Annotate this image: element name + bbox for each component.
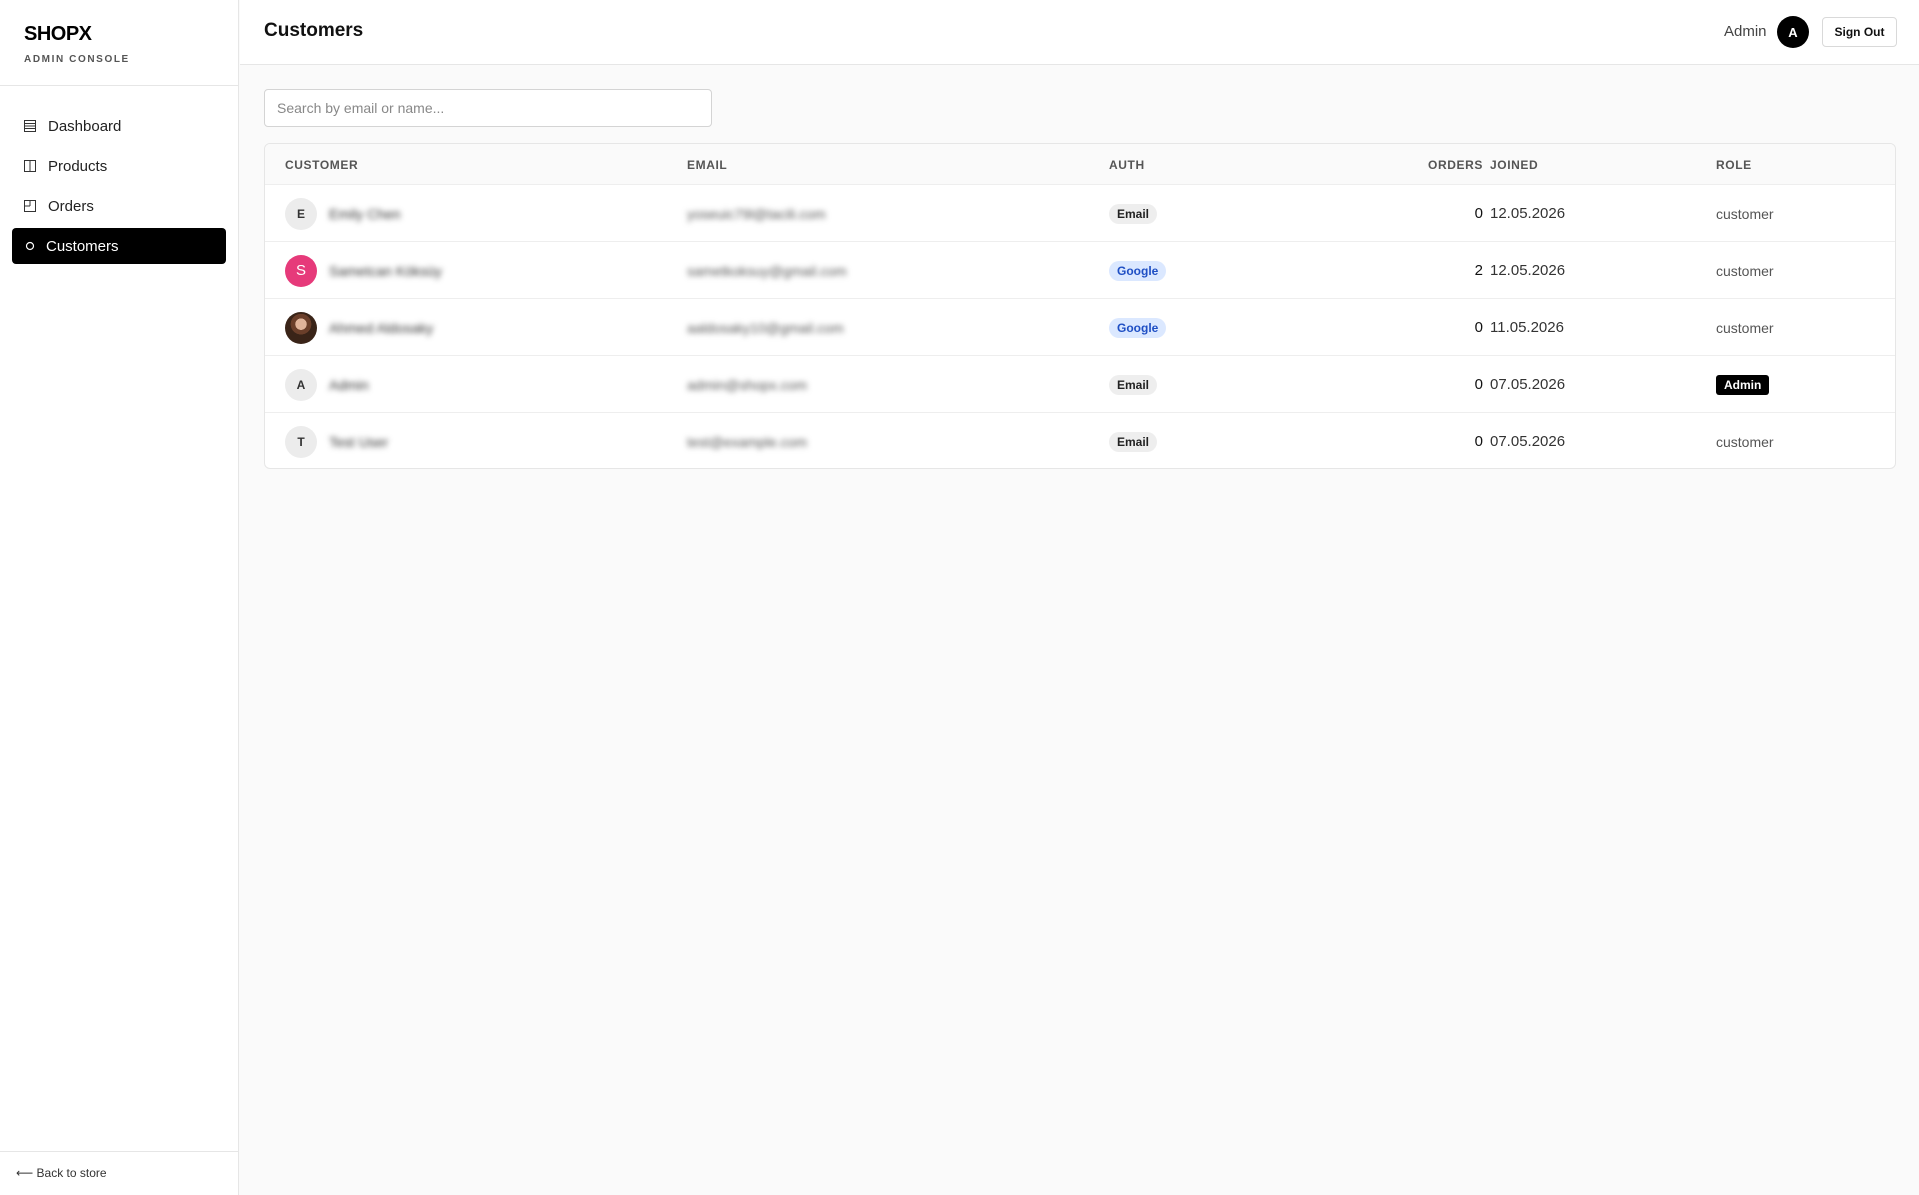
auth-badge: Google xyxy=(1109,260,1167,281)
table-row[interactable]: Ahmed Aldosaky aaldosaky10@gmail.com Goo… xyxy=(265,298,1895,355)
avatar[interactable]: A xyxy=(1777,16,1809,48)
brand: SHOPX ADMIN CONSOLE xyxy=(0,0,238,86)
column-header-auth[interactable]: AUTH xyxy=(1109,158,1145,172)
customer-name: Ahmed Aldosaky xyxy=(329,319,434,336)
orders-count: 0 xyxy=(1474,205,1483,222)
customer-cell: A Admin xyxy=(285,356,369,413)
role-label: customer xyxy=(1716,205,1774,222)
grid-icon xyxy=(24,120,36,132)
brand-logo[interactable]: SHOPX xyxy=(24,24,238,44)
columns-icon xyxy=(24,160,36,172)
joined-date: 12.05.2026 xyxy=(1490,205,1566,222)
auth-cell: Email xyxy=(1109,185,1158,242)
table-header: CUSTOMER EMAIL AUTH ORDERS JOINED ROLE xyxy=(265,144,1895,184)
role-label: customer xyxy=(1716,319,1774,336)
role-label: customer xyxy=(1716,433,1774,450)
orders-count: 0 xyxy=(1474,433,1483,450)
customer-name: Emily Chen xyxy=(329,205,401,222)
customer-cell: T Test User xyxy=(285,413,389,468)
sidebar-item-label: Orders xyxy=(48,197,94,215)
joined-date: 11.05.2026 xyxy=(1490,319,1564,336)
table-row[interactable]: S Sametcan Köksüy sametkoksuy@gmail.com … xyxy=(265,241,1895,298)
auth-cell: Email xyxy=(1109,356,1158,413)
orders-count: 2 xyxy=(1474,262,1483,279)
customer-name: Admin xyxy=(329,376,369,393)
sidebar-item-label: Products xyxy=(48,157,108,175)
top-header: Customers Admin A Sign Out xyxy=(240,0,1919,65)
search-input[interactable] xyxy=(264,89,712,127)
avatar: A xyxy=(285,368,317,401)
auth-badge: Email xyxy=(1109,431,1158,452)
customer-name: Sametcan Köksüy xyxy=(329,262,442,279)
auth-badge: Google xyxy=(1109,317,1167,338)
page-title: Customers xyxy=(264,20,364,41)
sidebar-item-label: Dashboard xyxy=(48,117,122,135)
customer-cell: E Emily Chen xyxy=(285,185,401,242)
customer-email: admin@shopx.com xyxy=(687,376,808,393)
column-header-role[interactable]: ROLE xyxy=(1716,158,1752,172)
customer-name: Test User xyxy=(329,433,389,450)
orders-count: 0 xyxy=(1474,376,1483,393)
brand-subtitle: ADMIN CONSOLE xyxy=(24,54,130,65)
auth-badge: Email xyxy=(1109,374,1158,395)
avatar xyxy=(285,311,317,344)
role-cell: Admin xyxy=(1716,356,1770,413)
auth-cell: Email xyxy=(1109,413,1158,468)
joined-date: 07.05.2026 xyxy=(1490,376,1566,393)
current-user-label: Admin xyxy=(1724,23,1767,40)
auth-badge: Email xyxy=(1109,203,1158,224)
column-header-orders[interactable]: ORDERS xyxy=(1395,158,1483,172)
customer-email: yoseuic79l@tacili.com xyxy=(687,205,826,222)
circle-icon xyxy=(24,240,36,252)
joined-date: 07.05.2026 xyxy=(1490,433,1566,450)
customer-email: aaldosaky10@gmail.com xyxy=(687,319,844,336)
back-to-store-link[interactable]: ⟵ Back to store xyxy=(0,1151,239,1195)
sidebar-item-products[interactable]: Products xyxy=(12,148,226,184)
customer-cell: S Sametcan Köksüy xyxy=(285,242,442,299)
customer-email: sametkoksuy@gmail.com xyxy=(687,262,847,279)
customers-table: CUSTOMER EMAIL AUTH ORDERS JOINED ROLE E… xyxy=(264,143,1896,469)
joined-date: 12.05.2026 xyxy=(1490,262,1566,279)
sidebar-item-customers[interactable]: Customers xyxy=(12,228,226,264)
sidebar: SHOPX ADMIN CONSOLE Dashboard Products O… xyxy=(0,0,239,1195)
auth-cell: Google xyxy=(1109,299,1167,356)
sidebar-item-orders[interactable]: Orders xyxy=(12,188,226,224)
column-header-email[interactable]: EMAIL xyxy=(687,158,727,172)
sidebar-item-label: Customers xyxy=(46,237,119,255)
column-header-joined[interactable]: JOINED xyxy=(1490,158,1538,172)
sidebar-item-dashboard[interactable]: Dashboard xyxy=(12,108,226,144)
auth-cell: Google xyxy=(1109,242,1167,299)
table-row[interactable]: T Test User test@example.com Email 0 07.… xyxy=(265,412,1895,468)
avatar: E xyxy=(285,197,317,230)
role-badge-admin: Admin xyxy=(1716,374,1770,395)
sign-out-button[interactable]: Sign Out xyxy=(1822,17,1897,47)
customer-email: test@example.com xyxy=(687,433,808,450)
sidebar-nav: Dashboard Products Orders Customers xyxy=(0,86,238,264)
orders-count: 0 xyxy=(1474,319,1483,336)
column-header-customer[interactable]: CUSTOMER xyxy=(285,158,358,172)
receipt-icon xyxy=(24,200,36,212)
avatar: S xyxy=(285,254,317,287)
role-label: customer xyxy=(1716,262,1774,279)
table-row[interactable]: A Admin admin@shopx.com Email 0 07.05.20… xyxy=(265,355,1895,412)
avatar: T xyxy=(285,425,317,458)
table-row[interactable]: E Emily Chen yoseuic79l@tacili.com Email… xyxy=(265,184,1895,241)
customer-cell: Ahmed Aldosaky xyxy=(285,299,433,356)
